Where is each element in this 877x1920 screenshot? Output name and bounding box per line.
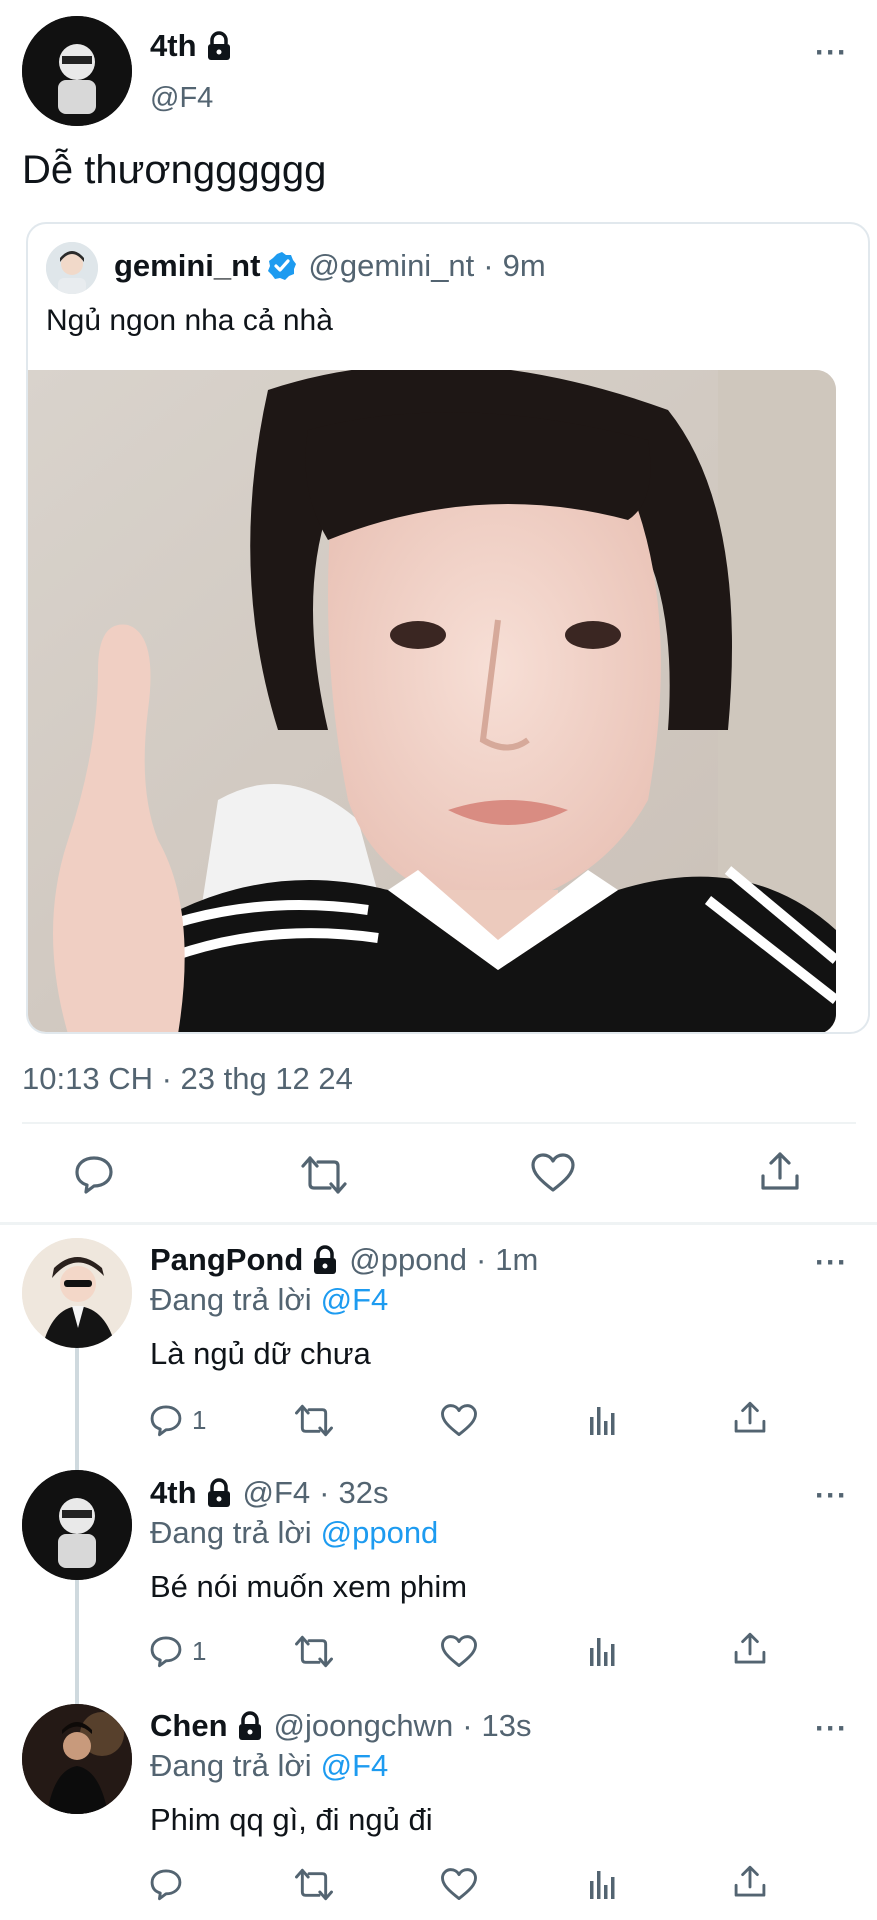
reply-avatar-ppond[interactable] [22,1238,132,1348]
reply-more-button[interactable]: ··· [815,1712,848,1746]
replying-to-link[interactable]: @ppond [321,1515,439,1551]
reply-action-reply[interactable]: 1 [148,1633,206,1669]
section-divider [0,1222,877,1225]
quoted-separator: · [483,248,494,283]
reply-author-handle[interactable]: @joongchwn [274,1708,454,1744]
replying-to-link[interactable]: @F4 [321,1748,389,1784]
reply-count: 1 [192,1635,207,1666]
retweet-icon[interactable] [294,1867,334,1902]
lock-icon [311,1245,339,1275]
share-icon[interactable] [732,1400,768,1436]
author-handle[interactable]: @F4 [150,82,213,115]
replying-to-link[interactable]: @F4 [321,1282,389,1318]
tweet-timestamp[interactable]: 10:13 CH · 23 thg 12 24 [22,1061,353,1097]
author-name[interactable]: 4th [150,28,197,64]
like-icon[interactable] [440,1634,478,1669]
quoted-tweet-card[interactable]: gemini_nt @gemini_nt · 9m Ngủ ngon nha c… [26,222,870,1034]
replying-to-prefix: Đang trả lời [150,1282,312,1317]
reply-button[interactable] [72,1152,116,1196]
replying-to-prefix: Đang trả lời [150,1748,312,1783]
quoted-time[interactable]: 9m [503,248,546,284]
quoted-tweet-text: Ngủ ngon nha cả nhà [46,304,333,337]
author-avatar[interactable] [22,16,132,126]
reply-text: Phim qq gì, đi ngủ đi [150,1802,433,1837]
reply-more-button[interactable]: ··· [815,1246,848,1280]
more-options-button[interactable]: ··· [815,36,848,70]
verified-badge-icon [266,250,298,282]
lock-icon [205,1478,233,1508]
reply-time[interactable]: 13s [482,1708,532,1744]
share-icon[interactable] [732,1631,768,1667]
reply-count: 1 [192,1404,207,1435]
divider [22,1122,856,1124]
reply-text: Là ngủ dữ chưa [150,1336,371,1371]
share-button[interactable] [758,1150,802,1194]
thread-line [75,1348,79,1472]
like-button[interactable] [530,1152,576,1194]
reply-action-reply[interactable] [148,1866,184,1902]
reply-avatar-joongchwn[interactable] [22,1704,132,1814]
quoted-author-handle[interactable]: @gemini_nt [308,248,474,284]
reply-icon [148,1402,184,1438]
reply-separator: · [319,1475,330,1510]
reply-icon [148,1633,184,1669]
reply-time[interactable]: 1m [495,1242,538,1278]
analytics-icon[interactable] [588,1867,618,1901]
reply-author-handle[interactable]: @ppond [349,1242,467,1278]
reply-more-button[interactable]: ··· [815,1479,848,1513]
quoted-author-avatar[interactable] [46,242,98,294]
lock-icon [236,1711,264,1741]
share-icon[interactable] [732,1864,768,1900]
tweet-text: Dễ thươngggggg [22,148,327,192]
reply-separator: · [475,1242,487,1277]
retweet-button[interactable] [300,1154,348,1196]
reply-author-name[interactable]: Chen [150,1708,228,1744]
analytics-icon[interactable] [588,1634,618,1668]
quoted-tweet-photo[interactable] [28,370,836,1032]
reply-separator: · [462,1708,473,1743]
replying-to-prefix: Đang trả lời [150,1515,312,1550]
reply-icon [148,1866,184,1902]
reply-author-handle[interactable]: @F4 [243,1475,311,1511]
reply-author-name[interactable]: PangPond [150,1242,303,1278]
retweet-icon[interactable] [294,1403,334,1438]
quoted-author-name[interactable]: gemini_nt [114,248,260,284]
reply-avatar-f4[interactable] [22,1470,132,1580]
reply-text: Bé nói muốn xem phim [150,1569,468,1604]
lock-icon [205,31,233,61]
reply-author-name[interactable]: 4th [150,1475,197,1511]
like-icon[interactable] [440,1867,478,1902]
retweet-icon[interactable] [294,1634,334,1669]
reply-action-reply[interactable]: 1 [148,1402,206,1438]
analytics-icon[interactable] [588,1403,618,1437]
thread-line [75,1580,79,1704]
like-icon[interactable] [440,1403,478,1438]
reply-time[interactable]: 32s [338,1475,388,1511]
